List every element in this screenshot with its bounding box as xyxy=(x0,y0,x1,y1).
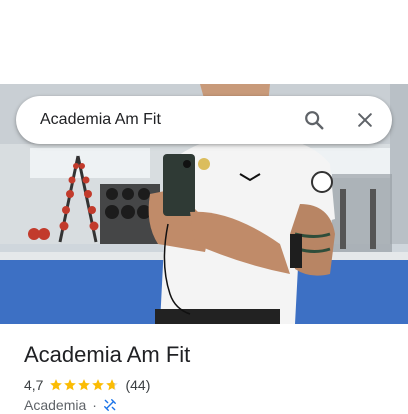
search-input[interactable]: Academia Am Fit xyxy=(40,96,161,144)
star-icon xyxy=(64,379,77,391)
star-icon xyxy=(78,379,91,391)
star-icon xyxy=(50,379,63,391)
category-row: Academia · xyxy=(24,396,117,414)
category-label: Academia xyxy=(24,397,87,413)
star-icon xyxy=(106,379,119,391)
rating-value: 4,7 xyxy=(24,377,44,393)
search-button[interactable] xyxy=(298,104,330,136)
gym-dumbbell-icon xyxy=(103,399,116,411)
rating-row[interactable]: 4,7 (44) xyxy=(24,376,150,394)
place-title: Academia Am Fit xyxy=(24,342,191,367)
search-icon xyxy=(305,111,324,130)
search-bar[interactable]: Academia Am Fit xyxy=(16,96,392,144)
close-icon xyxy=(358,113,372,127)
separator: · xyxy=(92,397,97,413)
clear-search-button[interactable] xyxy=(349,104,381,136)
star-rating xyxy=(49,378,119,392)
star-icon xyxy=(92,379,105,391)
review-count[interactable]: (44) xyxy=(125,377,150,393)
